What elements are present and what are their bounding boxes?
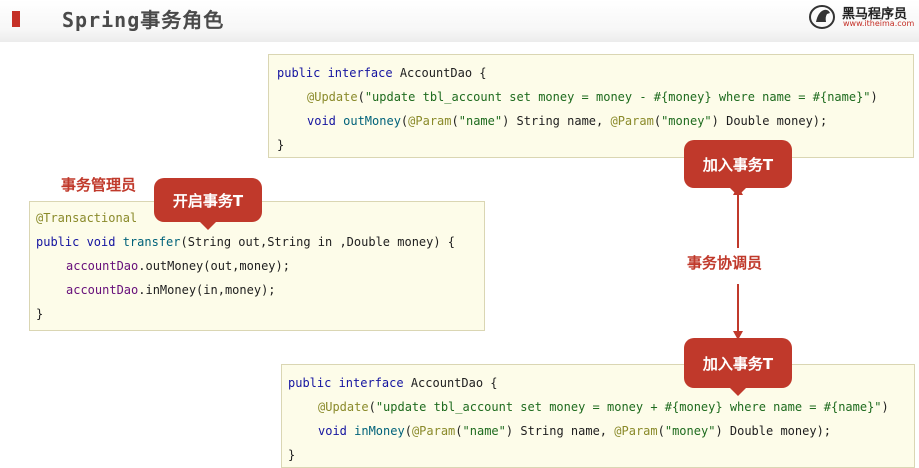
code-text: ( xyxy=(404,424,412,438)
code-string: "name" xyxy=(462,424,506,438)
code-string: "update tbl_account set money = money + … xyxy=(375,400,882,414)
code-annotation: @Param xyxy=(411,424,456,438)
code-keyword: public interface xyxy=(288,376,411,390)
horse-logo-icon xyxy=(809,5,835,29)
code-text: ( xyxy=(451,114,459,128)
code-text: .inMoney(in,money); xyxy=(138,283,276,297)
code-block-in-money: public interface AccountDao { @Update("u… xyxy=(281,364,915,468)
code-line-3: void outMoney(@Param("name") String name… xyxy=(307,113,827,129)
join-transaction-bubble-top: 加入事务T xyxy=(684,140,792,196)
code-annotation: @Update xyxy=(318,400,369,414)
code-string: "update tbl_account set money = money - … xyxy=(364,90,871,104)
logo-url: www.itheima.com xyxy=(843,19,915,28)
code-annotation: @Update xyxy=(307,90,358,104)
code-annotation: @Param xyxy=(408,114,452,128)
code-method: transfer xyxy=(122,235,181,249)
code-text: .outMoney(out,money); xyxy=(138,259,290,273)
code-annotation: @Param xyxy=(610,114,654,128)
code-line-1: public interface AccountDao { xyxy=(288,375,498,391)
transaction-coordinator-label: 事务协调员 xyxy=(687,254,763,272)
code-method: outMoney xyxy=(343,114,401,128)
brand-logo: 黑马程序员 www.itheima.com xyxy=(808,2,918,34)
code-text: ) Double money); xyxy=(715,424,832,438)
code-keyword: public interface xyxy=(277,66,400,80)
code-text: ( xyxy=(455,424,463,438)
code-line-3: accountDao.outMoney(out,money); xyxy=(66,258,290,274)
code-text: ) xyxy=(870,90,878,104)
code-keyword: public void xyxy=(36,235,123,249)
coordinator-arrows xyxy=(733,186,743,340)
start-transaction-bubble: 开启事务T xyxy=(154,178,262,230)
code-string: "money" xyxy=(661,114,712,128)
code-text: ) xyxy=(881,400,889,414)
code-text: AccountDao { xyxy=(399,66,487,80)
code-line-4: } xyxy=(288,448,296,462)
transaction-manager-label: 事务管理员 xyxy=(61,176,137,194)
code-line-5: } xyxy=(36,307,44,321)
code-annotation: @Param xyxy=(614,424,658,438)
code-line-1: public interface AccountDao { xyxy=(277,65,487,81)
code-text: ) Double money); xyxy=(711,114,828,128)
code-text: (String out,String in ,Double money) { xyxy=(180,235,456,249)
title-accent-bar xyxy=(12,11,20,27)
code-keyword: void xyxy=(307,114,344,128)
code-string: "name" xyxy=(458,114,503,128)
page-title: Spring事务角色 xyxy=(62,8,225,32)
code-text: ( xyxy=(368,400,376,414)
code-keyword: void xyxy=(318,424,355,438)
header-bar: Spring事务角色 黑马程序员 www.itheima.com xyxy=(0,0,919,42)
code-field: accountDao xyxy=(66,259,139,273)
code-line-2: @Update("update tbl_account set money = … xyxy=(318,399,889,415)
code-method: inMoney xyxy=(354,424,405,438)
code-text: ) String name, xyxy=(502,114,611,128)
code-text: ( xyxy=(357,90,365,104)
code-annotation: @Transactional xyxy=(36,211,138,225)
code-text: ) String name, xyxy=(505,424,615,438)
code-text: ( xyxy=(657,424,665,438)
code-line-3: void inMoney(@Param("name") String name,… xyxy=(318,423,831,439)
code-line-4: accountDao.inMoney(in,money); xyxy=(66,282,276,298)
code-line-2: public void transfer(String out,String i… xyxy=(36,234,455,250)
code-line-4: } xyxy=(277,138,285,152)
code-line-2: @Update("update tbl_account set money = … xyxy=(307,89,878,105)
join-transaction-bubble-bottom: 加入事务T xyxy=(684,338,792,396)
code-block-out-money: public interface AccountDao { @Update("u… xyxy=(268,54,914,158)
code-field: accountDao xyxy=(66,283,139,297)
code-text: AccountDao { xyxy=(410,376,498,390)
code-text: ( xyxy=(653,114,662,128)
code-string: "money" xyxy=(664,424,716,438)
